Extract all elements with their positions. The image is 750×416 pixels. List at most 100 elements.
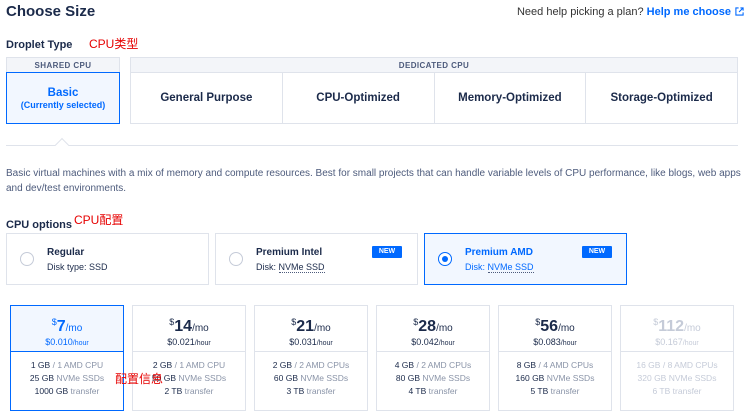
- plan-price-block: $112/mo $0.167/hour: [621, 306, 733, 352]
- plan-specs: 4 GB / 2 AMD CPUs 80 GB NVMe SSDs 4 TB tra…: [377, 352, 489, 398]
- disk-prefix: Disk:: [256, 262, 279, 272]
- plan-transfer-amount: 3 TB: [286, 386, 305, 396]
- plan-monthly-price: $56/mo: [499, 314, 611, 337]
- hourly-unit: /hour: [560, 340, 577, 347]
- tab-cpu-optimized[interactable]: CPU-Optimized: [283, 73, 435, 123]
- help-me-choose-link[interactable]: Help me choose: [647, 6, 744, 18]
- plan-card[interactable]: $14/mo $0.021/hour 2 GB / 1 AMD CPU 50 GB N…: [132, 305, 246, 411]
- tab-basic[interactable]: Basic (Currently selected): [6, 72, 120, 124]
- cpu-options-label: CPU options: [6, 219, 72, 231]
- plan-hourly-price: $0.042/hour: [377, 337, 489, 347]
- plan-card[interactable]: $7/mo $0.010/hour 1 GB / 1 AMD CPU 25 GB NV…: [10, 305, 124, 411]
- price-amount: 14: [174, 318, 193, 335]
- hourly-amount: $0.010: [45, 337, 73, 347]
- tab-general-purpose[interactable]: General Purpose: [131, 73, 283, 123]
- help-link-label: Help me choose: [646, 6, 731, 18]
- plan-disk-size: 60 GB: [273, 373, 298, 383]
- new-badge: NEW: [372, 246, 402, 258]
- disk-value: NVMe SSD: [487, 262, 534, 273]
- plan-disk-type: NVMe SSDs: [668, 373, 717, 383]
- price-period: /mo: [192, 323, 209, 334]
- cpu-option-name: Premium AMD: [465, 247, 533, 258]
- help-question: Need help picking a plan?: [516, 6, 644, 18]
- hourly-unit: /hour: [682, 340, 699, 347]
- plan-card[interactable]: $28/mo $0.042/hour 4 GB / 2 AMD CPUs 80 GB …: [376, 305, 490, 411]
- cpu-option-disk: Disk: NVMe SSD: [465, 262, 534, 273]
- plan-description: Basic virtual machines with a mix of mem…: [6, 168, 741, 194]
- selection-pointer: [54, 137, 70, 153]
- plan-transfer-label: transfer: [428, 386, 458, 396]
- plan-memory-cpu: 8 GB / 4 AMD CPUs: [499, 359, 611, 372]
- plan-memory: 2 GB: [152, 360, 173, 370]
- cpu-option-disk: Disk type: SSD: [47, 262, 108, 272]
- radio-regular[interactable]: [20, 252, 34, 266]
- plan-specs: 16 GB / 8 AMD CPUs 320 GB NVMe SSDs 6 TB t…: [621, 352, 733, 398]
- plan-memory-cpu: 4 GB / 2 AMD CPUs: [377, 359, 489, 372]
- tab-storage-optimized[interactable]: Storage-Optimized: [586, 73, 737, 123]
- plan-transfer-amount: 4 TB: [408, 386, 427, 396]
- plan-transfer-amount: 5 TB: [530, 386, 549, 396]
- plan-disk: 320 GB NVMe SSDs: [621, 372, 733, 385]
- plan-hourly-price: $0.167/hour: [621, 337, 733, 347]
- plan-transfer: 6 TB transfer: [621, 385, 733, 398]
- plan-hourly-price: $0.021/hour: [133, 337, 245, 347]
- plan-memory: 16 GB: [636, 360, 661, 370]
- plan-hourly-price: $0.031/hour: [255, 337, 367, 347]
- plan-memory: 2 GB: [272, 360, 293, 370]
- plan-price-block: $7/mo $0.010/hour: [11, 306, 123, 352]
- cpu-option-premium-intel[interactable]: Premium Intel Disk: NVMe SSD NEW: [215, 233, 418, 285]
- plan-monthly-price: $7/mo: [11, 314, 123, 337]
- disk-prefix: Disk type:: [47, 262, 90, 272]
- help-text: Need help picking a plan? Help me choose: [517, 6, 744, 18]
- tab-basic-title: Basic: [47, 86, 79, 99]
- price-period: /mo: [558, 323, 575, 334]
- plan-memory-cpu: 16 GB / 8 AMD CPUs: [621, 359, 733, 372]
- plan-hourly-price: $0.083/hour: [499, 337, 611, 347]
- radio-premium-intel[interactable]: [229, 252, 243, 266]
- hourly-unit: /hour: [316, 340, 333, 347]
- new-badge: NEW: [582, 246, 612, 258]
- plan-monthly-price: $21/mo: [255, 314, 367, 337]
- plan-card[interactable]: $21/mo $0.031/hour 2 GB / 2 AMD CPUs 60 GB …: [254, 305, 368, 411]
- plan-disk: 25 GB NVMe SSDs: [11, 372, 123, 385]
- plan-memory-cpu: 2 GB / 2 AMD CPUs: [255, 359, 367, 372]
- plan-transfer-label: transfer: [306, 386, 336, 396]
- plan-hourly-price: $0.010/hour: [11, 337, 123, 347]
- price-period: /mo: [436, 323, 453, 334]
- cpu-option-premium-amd[interactable]: Premium AMD Disk: NVMe SSD NEW: [424, 233, 627, 285]
- price-amount: 21: [296, 318, 315, 335]
- plan-cpu: / 1 AMD CPU: [174, 360, 226, 370]
- plan-disk: 60 GB NVMe SSDs: [255, 372, 367, 385]
- plan-disk-size: 25 GB: [29, 373, 54, 383]
- plan-disk-type: NVMe SSDs: [178, 373, 227, 383]
- tab-memory-optimized[interactable]: Memory-Optimized: [435, 73, 587, 123]
- plan-disk: 160 GB NVMe SSDs: [499, 372, 611, 385]
- plan-card[interactable]: $56/mo $0.083/hour 8 GB / 4 AMD CPUs 160 GB…: [498, 305, 612, 411]
- plan-transfer-amount: 1000 GB: [34, 386, 69, 396]
- annotation-cpu-config: CPU配置: [74, 213, 124, 227]
- price-amount: 56: [540, 318, 559, 335]
- radio-premium-amd[interactable]: [438, 252, 452, 266]
- plan-memory-cpu: 1 GB / 1 AMD CPU: [11, 359, 123, 372]
- price-amount: 28: [418, 318, 437, 335]
- plan-cpu: / 1 AMD CPU: [52, 360, 104, 370]
- plan-monthly-price: $14/mo: [133, 314, 245, 337]
- dedicated-cpu-header: DEDICATED CPU: [130, 57, 738, 73]
- hourly-unit: /hour: [438, 340, 455, 347]
- plan-price-block: $21/mo $0.031/hour: [255, 306, 367, 352]
- hourly-amount: $0.167: [655, 337, 683, 347]
- hourly-unit: /hour: [72, 340, 89, 347]
- cpu-option-regular[interactable]: Regular Disk type: SSD: [6, 233, 209, 285]
- cpu-option-name: Regular: [47, 247, 85, 258]
- plan-transfer-amount: 2 TB: [164, 386, 183, 396]
- cpu-option-disk: Disk: NVMe SSD: [256, 262, 325, 273]
- plan-transfer-label: transfer: [550, 386, 580, 396]
- hourly-amount: $0.042: [411, 337, 439, 347]
- external-link-icon: [735, 7, 744, 16]
- hourly-amount: $0.021: [167, 337, 195, 347]
- plan-disk-size: 320 GB: [637, 373, 667, 383]
- hourly-amount: $0.031: [289, 337, 317, 347]
- plan-cpu: / 2 AMD CPUs: [294, 360, 350, 370]
- plan-card[interactable]: $112/mo $0.167/hour 16 GB / 8 AMD CPUs 320 …: [620, 305, 734, 411]
- plan-transfer: 5 TB transfer: [499, 385, 611, 398]
